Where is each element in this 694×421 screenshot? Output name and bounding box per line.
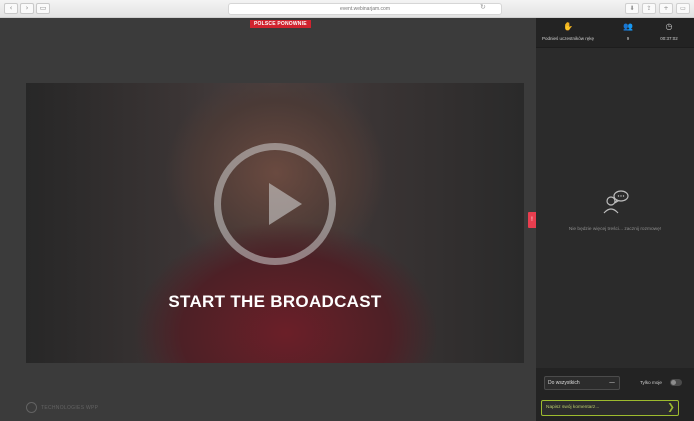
only-mine-label: Tylko moje [640,380,662,385]
only-mine-toggle[interactable] [670,379,682,386]
video-player[interactable]: START THE BROADCAST [26,83,524,363]
download-icon[interactable]: ⬇ [625,3,639,14]
hand-icon: ✋ [563,22,573,31]
empty-chat-text: Nie będzie więcej treści... zacznij rozm… [568,227,662,232]
timer-stat: ◷ 00:37:02 [654,22,684,42]
attendees-count: 9 [626,36,630,41]
address-bar[interactable]: event.webinarjam.com [228,3,502,15]
play-icon [269,183,302,225]
users-icon: 👥 [623,22,633,31]
tabs-overview-icon[interactable]: ▭ [676,3,690,14]
live-tag: POLSCE PONOWNIE [250,20,311,28]
panel-toggle-tab[interactable]: ! [528,212,536,228]
raise-hand-stat[interactable]: ✋ Podnieś uczestników rękę [542,22,594,42]
browser-nav: ‹ › ▭ [4,3,50,14]
play-button[interactable] [214,143,336,265]
send-icon[interactable]: ❯ [665,400,677,416]
logo-icon [26,402,37,413]
browser-toolbar: ‹ › ▭ event.webinarjam.com ↻ ⬇ ⇪ + ▭ [0,0,694,18]
browser-tools: ⬇ ⇪ + ▭ [625,3,690,14]
comment-input[interactable]: Napisz swój komentarz... [541,400,679,416]
share-icon[interactable]: ⇪ [642,3,656,14]
empty-chat-state: Nie będzie więcej treści... zacznij rozm… [536,188,694,232]
clock-icon: ◷ [665,22,673,31]
chat-person-icon [603,190,629,214]
start-broadcast-text: START THE BROADCAST [168,292,382,311]
chat-panel: ✋ Podnieś uczestników rękę 👥 9 ◷ 00:37:0… [536,18,694,421]
forward-button[interactable]: › [20,3,34,14]
raise-hand-label: Podnieś uczestników rękę [542,36,595,41]
panel-stats-bar: ✋ Podnieś uczestników rękę 👥 9 ◷ 00:37:0… [536,18,694,48]
logo-text: TECHNOLOGIES WPP [41,404,99,411]
back-button[interactable]: ‹ [4,3,18,14]
chat-composer: Do wszystkich — Tylko moje Napisz swój k… [536,368,694,421]
recipient-value: Do wszystkich [548,380,580,386]
attendees-stat: 👥 9 [618,22,638,42]
recipient-select[interactable]: Do wszystkich — [544,376,620,390]
timer-value: 00:37:02 [660,36,678,41]
new-tab-icon[interactable]: + [659,3,673,14]
broadcast-stage: POLSCE PONOWNIE START THE BROADCAST TECH… [0,18,536,421]
footer-logo: TECHNOLOGIES WPP [26,402,98,413]
sidebar-toggle-button[interactable]: ▭ [36,3,50,14]
chevron-down-icon: — [609,379,615,386]
reload-icon[interactable]: ↻ [480,3,486,11]
toggle-knob [671,380,676,385]
